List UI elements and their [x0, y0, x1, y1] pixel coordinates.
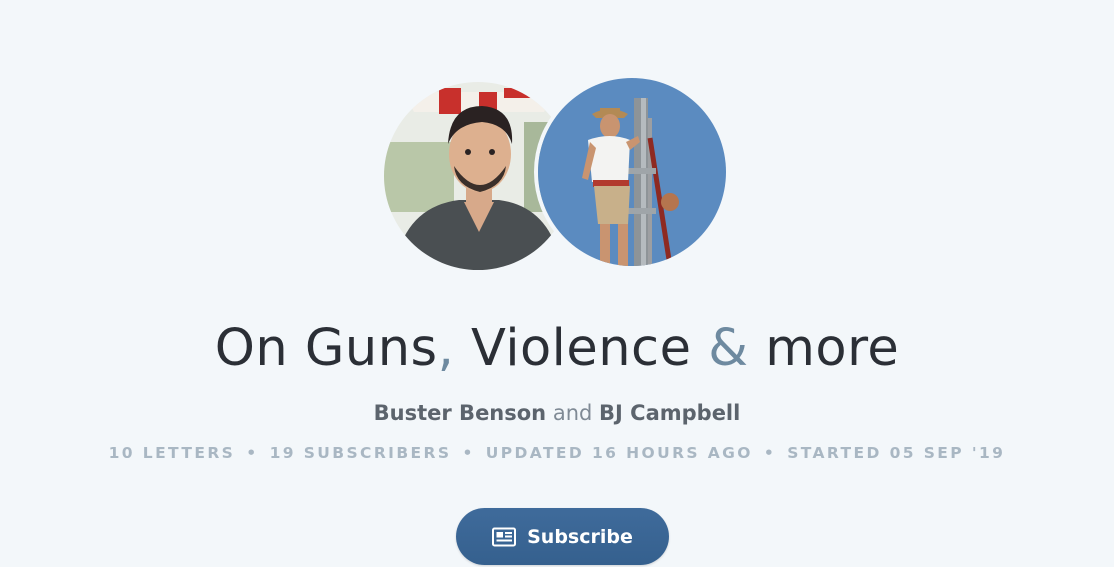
stat-started: STARTED 05 SEP '19	[787, 444, 1006, 462]
author-name-2[interactable]: BJ Campbell	[599, 401, 740, 425]
stat-subscribers: 19 SUBSCRIBERS	[269, 444, 452, 462]
author-byline: Buster Benson and BJ Campbell	[0, 398, 1114, 428]
stat-separator: •	[462, 444, 475, 462]
stat-separator: •	[763, 444, 777, 462]
stat-letters: 10 LETTERS	[108, 444, 236, 462]
stat-separator: •	[246, 444, 259, 462]
avatar-photo	[538, 78, 726, 266]
newsletter-title: On Guns, Violence & more	[0, 314, 1114, 384]
subscribe-label: Subscribe	[527, 525, 633, 548]
subscribe-button[interactable]: Subscribe	[456, 508, 669, 565]
title-part-2: Violence	[471, 319, 692, 378]
author-name-1[interactable]: Buster Benson	[374, 401, 546, 425]
newspaper-icon	[492, 527, 517, 547]
title-comma: ,	[437, 319, 455, 378]
title-part-3: more	[765, 319, 900, 378]
newsletter-stats: 10 LETTERS • 19 SUBSCRIBERS • UPDATED 16 HOU…	[0, 441, 1114, 465]
newsletter-page: On Guns, Violence & more Buster Benson a…	[0, 0, 1114, 567]
title-ampersand: &	[708, 319, 749, 378]
author-avatars	[380, 74, 734, 274]
stat-updated: UPDATED 16 HOURS AGO	[485, 444, 753, 462]
avatar-bj-campbell[interactable]	[534, 74, 730, 270]
author-conjunction: and	[552, 401, 593, 425]
title-part-1: On Guns	[214, 319, 438, 378]
